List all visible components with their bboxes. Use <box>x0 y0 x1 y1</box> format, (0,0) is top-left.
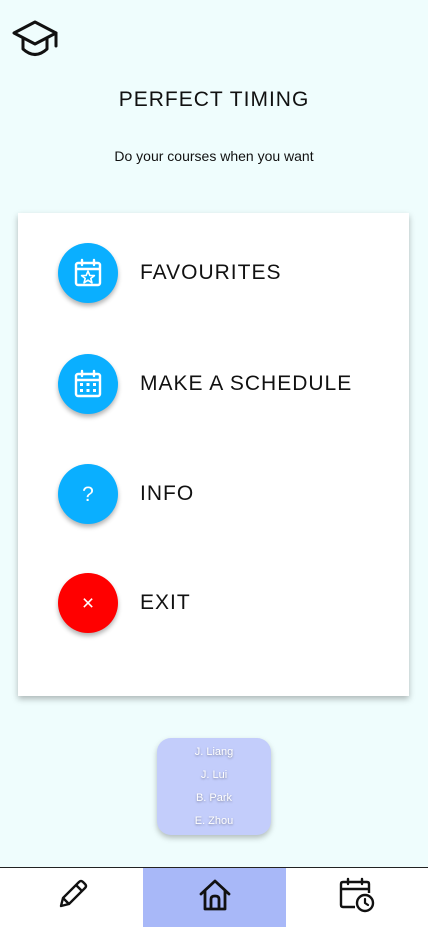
calendar-star-icon <box>58 243 118 303</box>
bottom-nav <box>0 867 428 927</box>
exit-label: EXIT <box>140 591 191 614</box>
make-schedule-label: MAKE A SCHEDULE <box>140 372 353 395</box>
make-schedule-button[interactable]: MAKE A SCHEDULE <box>58 352 398 416</box>
question-glyph: ? <box>82 482 94 506</box>
main-menu-card: FAVOURITES MAKE A SCHEDULE ? INFO × EXIT <box>18 213 409 696</box>
graduation-cap-icon[interactable] <box>12 18 58 62</box>
favourites-button[interactable]: FAVOURITES <box>58 241 398 305</box>
nav-tab-edit[interactable] <box>0 868 143 927</box>
credit-name: J. Lui <box>200 768 228 781</box>
credit-name: J. Liang <box>194 745 234 758</box>
info-label: INFO <box>140 482 195 505</box>
info-button[interactable]: ? INFO <box>58 462 398 526</box>
calendar-clock-icon <box>338 876 376 919</box>
exit-button[interactable]: × EXIT <box>58 571 398 635</box>
calendar-icon <box>58 354 118 414</box>
question-icon: ? <box>58 464 118 524</box>
close-glyph: × <box>81 591 95 615</box>
nav-tab-home[interactable] <box>143 868 286 927</box>
credit-name: E. Zhou <box>194 814 234 827</box>
pencil-icon <box>54 877 90 918</box>
page-title: PERFECT TIMING <box>118 88 310 111</box>
home-icon <box>197 877 233 918</box>
page-subtitle: Do your courses when you want <box>114 148 314 164</box>
credits-box: J. Liang J. Lui B. Park E. Zhou <box>157 738 271 835</box>
close-icon: × <box>58 573 118 633</box>
favourites-label: FAVOURITES <box>140 261 282 284</box>
credit-name: B. Park <box>195 791 233 804</box>
nav-tab-schedule[interactable] <box>286 868 428 927</box>
